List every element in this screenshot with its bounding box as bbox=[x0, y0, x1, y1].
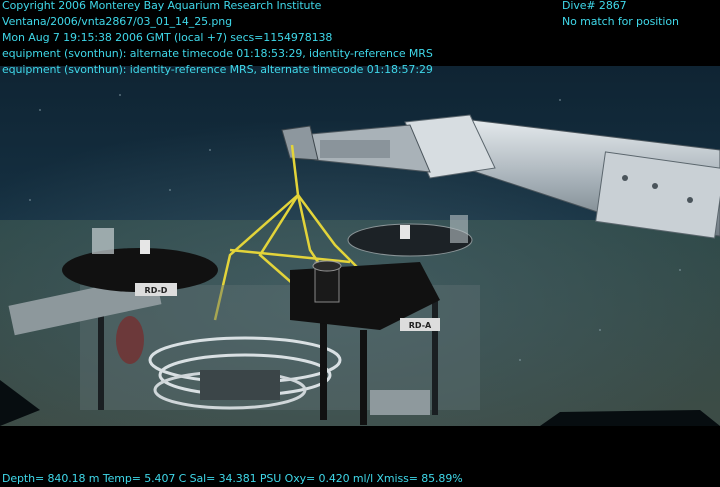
equipment-line-2: equipment (svonthun): identity-reference… bbox=[2, 63, 433, 76]
position-status: No match for position bbox=[562, 15, 679, 28]
copyright-line: Copyright 2006 Monterey Bay Aquarium Res… bbox=[2, 0, 322, 12]
image-path-line: Ventana/2006/vnta2867/03_01_14_25.png bbox=[2, 15, 233, 28]
left-plate-label: RD-D bbox=[145, 286, 168, 295]
video-frame: RD-D RD-A Copyright 2006 Monterey Bay Aq… bbox=[0, 0, 720, 486]
timestamp-line: Mon Aug 7 19:15:38 2006 GMT (local +7) s… bbox=[2, 31, 333, 44]
right-plate-label: RD-A bbox=[409, 321, 432, 330]
right-plate: RD-A bbox=[290, 260, 440, 331]
sensor-readout: Depth= 840.18 m Temp= 5.407 C Sal= 34.38… bbox=[2, 472, 463, 485]
lower-right-dark-corner bbox=[540, 410, 720, 426]
equipment-line-1: equipment (svonthun): alternate timecode… bbox=[2, 47, 433, 60]
dive-number: Dive# 2867 bbox=[562, 0, 627, 12]
